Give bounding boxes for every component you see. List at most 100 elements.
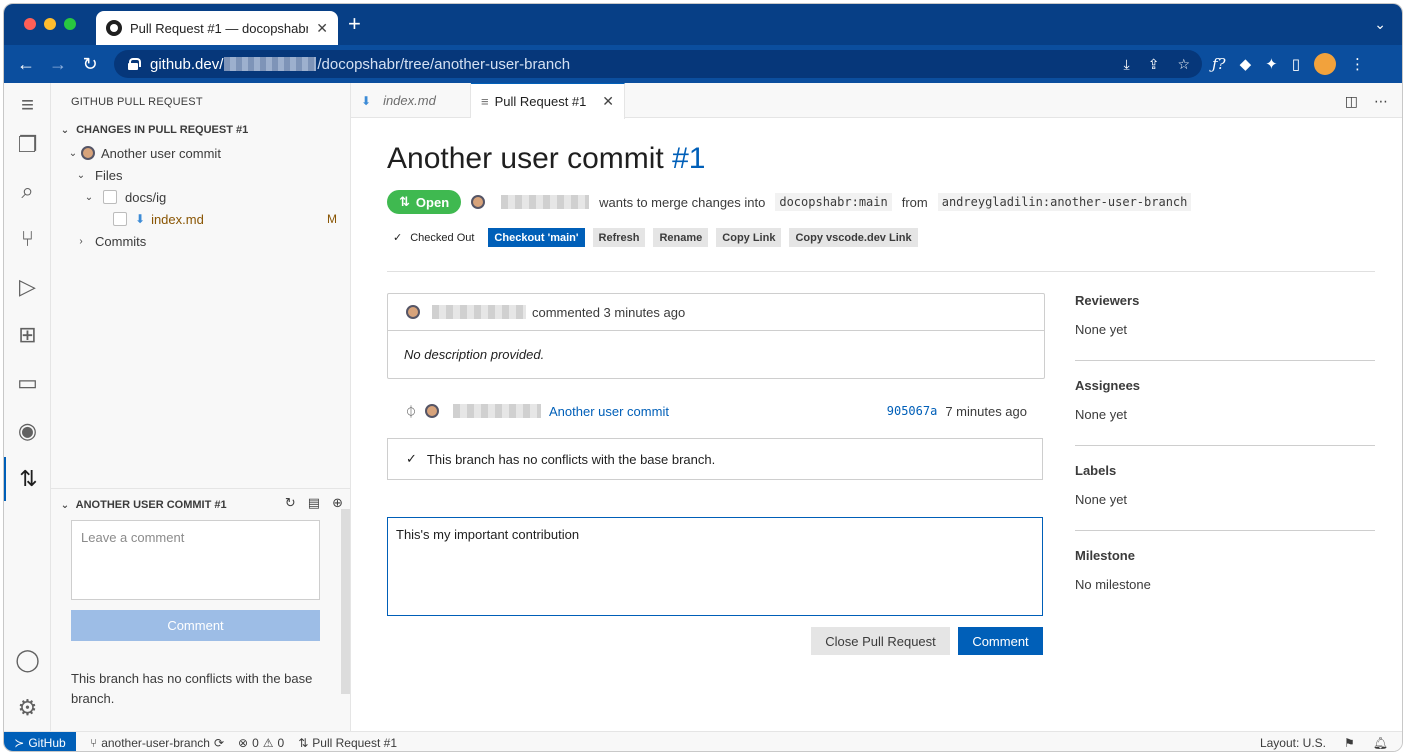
markdown-file-icon: ⬇ [135,212,146,226]
split-editor-icon[interactable]: ◫ [1345,93,1358,110]
feedback-icon[interactable]: ⚑ [1344,736,1355,750]
branch-indicator[interactable]: ⑂ another-user-branch ⟳ [90,736,224,750]
github-icon [106,20,122,36]
tree-item-commit[interactable]: ⌄ Another user commit [51,142,351,164]
install-app-icon[interactable]: ⤓ [1124,56,1130,73]
problems-indicator[interactable]: ⊗ 0 ⚠ 0 [238,736,284,750]
commit-sha-link[interactable]: 905067a [887,404,938,418]
commenter-name-redacted [432,305,526,319]
zoom-window-button[interactable] [64,18,76,30]
copy-link-button[interactable]: Copy Link [716,228,782,247]
close-pull-request-button[interactable]: Close Pull Request [811,627,950,655]
sidebar-comment-button[interactable]: Comment [71,610,320,641]
tree-item-file-label: index.md [151,211,204,227]
reload-icon[interactable]: ↻ [74,54,106,75]
address-bar[interactable]: github.dev/ /docopshabr/tree/another-use… [114,50,1202,78]
browser-tab[interactable]: Pull Request #1 — docopshabr ✕ [96,11,338,45]
pr-description: No description provided. [404,347,545,362]
activity-bar: ≡ ❐ ⌕ ⑂ ▷ ⊞ ▭ ◉ ⇅ ◯ ⚙ [4,83,51,731]
tab-pull-request[interactable]: ≡ Pull Request #1 ✕ [471,83,625,119]
reviewers-section[interactable]: Reviewers None yet [1075,293,1375,337]
manage-gear-icon[interactable]: ⚙ [4,686,51,730]
pull-request-icon: ⇅ [399,194,410,209]
rename-button[interactable]: Rename [653,228,709,247]
status-bar: ≻ GitHub ⑂ another-user-branch ⟳ ⊗ 0 ⚠ 0… [4,731,1402,751]
bookmark-star-icon[interactable]: ☆ [1177,56,1190,73]
milestone-section[interactable]: Milestone No milestone [1075,548,1375,592]
error-icon: ⊗ [238,735,249,750]
merge-status-text: This branch has no conflicts with the ba… [426,451,716,467]
extensions-icon[interactable]: ⊞ [4,313,51,357]
keyboard-layout[interactable]: Layout: U.S. [1260,736,1326,750]
run-debug-icon[interactable]: ▷ [4,265,51,309]
remote-explorer-icon[interactable]: ▭ [4,361,51,405]
menu-icon[interactable]: ≡ [4,83,51,127]
chevron-right-icon: › [79,235,83,247]
pr-actions-row: ✓ Checked Out Checkout 'main' Refresh Re… [387,228,918,247]
editor-area: ⬇ index.md ≡ Pull Request #1 ✕ ◫ ⋯ Anoth… [351,83,1402,731]
url-redacted [224,57,317,71]
pr-number-link[interactable]: #1 [672,142,705,175]
commit-panel-header[interactable]: ⌄ ANOTHER USER COMMIT #1 [57,499,227,511]
browser-toolbar: ← → ↻ github.dev/ /docopshabr/tree/anoth… [4,45,1402,83]
copy-vscode-link-button[interactable]: Copy vscode.dev Link [789,228,918,247]
remote-icon: ≻ [14,735,25,750]
divider [1075,530,1375,531]
share-icon[interactable]: ⇪ [1148,56,1160,73]
search-icon[interactable]: ⌕ [4,169,51,213]
tree-item-folder[interactable]: ⌄ docs/ig [51,186,351,208]
accounts-icon[interactable]: ◯ [4,638,51,682]
more-actions-icon[interactable]: ⋯ [1374,93,1388,110]
github-icon[interactable]: ◉ [4,409,51,453]
description-icon[interactable]: ▤ [308,495,320,511]
sidebar-scrollbar[interactable] [341,509,350,694]
browser-menu-icon[interactable]: ⋮ [1350,55,1365,73]
tab-search-icon[interactable]: ⌄ [1374,16,1386,33]
comment-button[interactable]: Comment [958,627,1043,655]
url-host: github.dev/ [150,55,224,73]
diamond-extension-icon[interactable]: ◆ [1240,55,1252,73]
refresh-button[interactable]: Refresh [592,228,646,247]
close-icon[interactable]: ✕ [602,93,614,110]
remote-indicator[interactable]: ≻ GitHub [4,731,76,751]
back-icon[interactable]: ← [10,54,42,75]
lock-icon [128,58,141,70]
chevron-down-icon: ⌄ [84,191,94,203]
extensions-puzzle-icon[interactable]: ✦ [1265,55,1278,73]
profile-avatar[interactable] [1313,53,1336,75]
assignees-section[interactable]: Assignees None yet [1075,378,1375,422]
checked-out-indicator: ✓ Checked Out [387,231,480,245]
tab-label: Pull Request #1 [494,94,587,109]
close-tab-icon[interactable]: ✕ [316,20,328,37]
commit-panel-title: ANOTHER USER COMMIT #1 [75,499,227,511]
sidebar-comment-input[interactable]: Leave a comment [71,520,320,600]
reviewers-label: Reviewers [1075,293,1140,308]
tab-index-md[interactable]: ⬇ index.md [351,83,471,118]
source-control-icon[interactable]: ⑂ [4,217,51,261]
pull-requests-icon[interactable]: ⇅ [4,457,51,501]
comment-textarea[interactable]: This's my important contribution [387,517,1043,616]
url-path: /docopshabr/tree/another-user-branch [317,55,571,73]
pr-indicator[interactable]: ⇅ Pull Request #1 [298,736,397,750]
tree-item-file[interactable]: ⬇ index.md M [51,208,351,230]
forward-icon[interactable]: → [42,54,74,75]
commit-message-link[interactable]: Another user commit [549,404,669,419]
avatar [406,305,420,319]
close-window-button[interactable] [24,18,36,30]
labels-section[interactable]: Labels None yet [1075,463,1375,507]
new-tab-button[interactable]: + [348,13,361,35]
explorer-icon[interactable]: ❐ [4,123,51,167]
refresh-icon[interactable]: ↻ [285,495,296,511]
tree-item-files[interactable]: ⌄ Files [51,164,351,186]
browser-tab-title: Pull Request #1 — docopshabr [130,20,309,36]
chevron-down-icon: ⌄ [60,125,70,136]
function-extension-icon[interactable]: ƒ? [1212,55,1226,73]
notifications-bell-icon[interactable]: 🔔︎ [1373,736,1388,750]
minimize-window-button[interactable] [44,18,56,30]
side-panel-icon[interactable]: ▯ [1292,55,1300,73]
commit-time: 7 minutes ago [945,403,1027,419]
checkout-main-button[interactable]: Checkout 'main' [488,228,585,247]
description-card-header: commented 3 minutes ago [388,294,1044,331]
changes-section-header[interactable]: ⌄ CHANGES IN PULL REQUEST #1 [51,124,351,136]
tree-item-commits[interactable]: › Commits [51,230,351,252]
